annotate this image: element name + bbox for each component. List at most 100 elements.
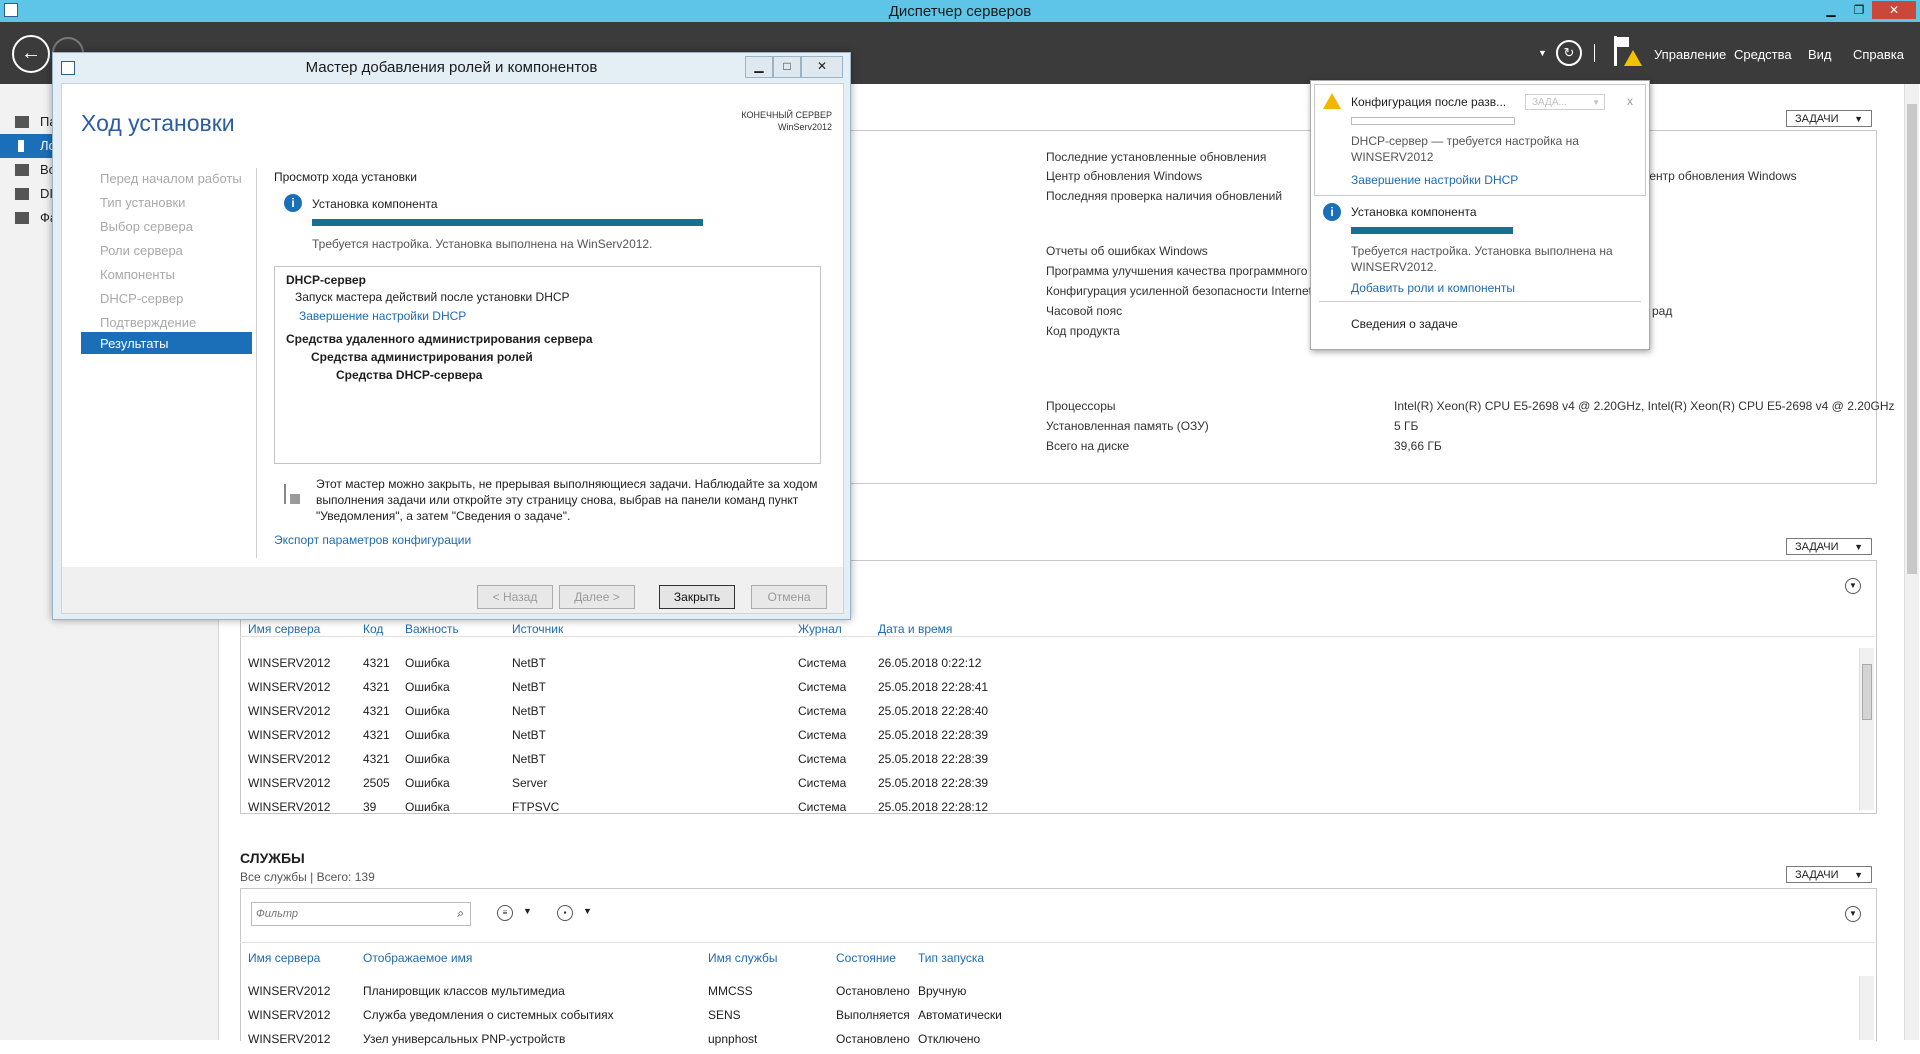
task-details-link[interactable]: Сведения о задаче bbox=[1351, 317, 1458, 331]
services-filter-input[interactable] bbox=[254, 905, 438, 923]
dropdown-arrow-icon[interactable]: ▼ bbox=[583, 906, 592, 916]
main-scrollbar[interactable] bbox=[1904, 84, 1919, 1040]
column-header[interactable]: Код bbox=[363, 622, 383, 636]
table-cell: 26.05.2018 0:22:12 bbox=[878, 656, 982, 670]
menu-manage[interactable]: Управление bbox=[1654, 47, 1726, 62]
notification-task-dropdown[interactable]: ЗАДА... ▼ bbox=[1525, 94, 1605, 110]
dropdown-arrow-icon[interactable]: ▼ bbox=[1538, 48, 1547, 58]
nav-item-local-server[interactable]: Ло bbox=[0, 134, 60, 158]
nav-item-dhcp[interactable]: DI bbox=[0, 182, 60, 206]
table-row[interactable]: WINSERV2012 Планировщик классов мультимед… bbox=[240, 982, 1855, 1006]
table-cell: Ошибка bbox=[405, 776, 450, 790]
table-row[interactable]: WINSERV2012 2505 Ошибка Server Система 25.05.… bbox=[240, 774, 1855, 798]
table-cell: Ошибка bbox=[405, 752, 450, 766]
files-icon bbox=[15, 212, 29, 224]
column-header[interactable]: Источник bbox=[512, 622, 563, 636]
wizard-minimize-button[interactable]: ▁ bbox=[745, 56, 773, 78]
prop-key: Код продукта bbox=[1046, 324, 1120, 338]
export-config-link[interactable]: Экспорт параметров конфигурации bbox=[274, 533, 471, 547]
wizard-step[interactable]: Выбор сервера bbox=[100, 219, 193, 234]
table-row[interactable]: WINSERV2012 4321 Ошибка NetBT Система 25.05.2… bbox=[240, 726, 1855, 750]
wizard-step[interactable]: DHCP-сервер bbox=[100, 291, 183, 306]
nav-item-files[interactable]: Фа bbox=[0, 206, 60, 230]
table-row[interactable]: WINSERV2012 Узел универсальных PNP-устрой… bbox=[240, 1030, 1855, 1054]
nav-item-dashboard[interactable]: Па bbox=[0, 110, 60, 134]
scrollbar-thumb[interactable] bbox=[1907, 104, 1917, 574]
scrollbar-thumb[interactable] bbox=[1862, 664, 1872, 720]
table-row[interactable]: WINSERV2012 Служба уведомления о системны… bbox=[240, 1006, 1855, 1030]
collapse-chevron-icon[interactable]: ▼ bbox=[1845, 906, 1861, 922]
wizard-step[interactable]: Подтверждение bbox=[100, 315, 196, 330]
wizard-close-button[interactable]: ✕ bbox=[801, 56, 843, 78]
events-tasks-button[interactable]: ЗАДАЧИ bbox=[1786, 538, 1872, 556]
flag-warning-icon[interactable] bbox=[1614, 36, 1642, 68]
notification-progress-empty bbox=[1351, 117, 1515, 125]
wizard-step[interactable]: Компоненты bbox=[100, 267, 175, 282]
restore-button[interactable]: ❐ bbox=[1846, 1, 1872, 19]
column-header[interactable]: Важность bbox=[405, 622, 459, 636]
table-cell: WINSERV2012 bbox=[248, 680, 331, 694]
prop-value-link[interactable]: рад bbox=[1652, 304, 1672, 318]
wizard-maximize-button[interactable]: □ bbox=[773, 56, 801, 78]
table-row[interactable]: WINSERV2012 4321 Ошибка NetBT Система 25.05.2… bbox=[240, 702, 1855, 726]
menu-view[interactable]: Вид bbox=[1808, 47, 1832, 62]
table-row[interactable]: WINSERV2012 4321 Ошибка NetBT Система 25.05.2… bbox=[240, 750, 1855, 774]
add-roles-link[interactable]: Добавить роли и компоненты bbox=[1351, 281, 1515, 295]
table-cell: Система bbox=[798, 728, 847, 742]
wizard-step[interactable]: Тип установки bbox=[100, 195, 185, 210]
column-header[interactable]: Тип запуска bbox=[918, 951, 984, 965]
wizard-step[interactable]: Роли сервера bbox=[100, 243, 183, 258]
column-header[interactable]: Журнал bbox=[798, 622, 842, 636]
nav-item-all-servers[interactable]: Вс bbox=[0, 158, 60, 182]
services-scrollbar[interactable] bbox=[1859, 976, 1874, 1040]
table-cell: Система bbox=[798, 800, 847, 814]
collapse-chevron-icon[interactable]: ▼ bbox=[1845, 578, 1861, 594]
result-item: DHCP-сервер bbox=[286, 273, 366, 287]
complete-dhcp-link[interactable]: Завершение настройки DHCP bbox=[299, 309, 466, 323]
events-scrollbar[interactable] bbox=[1859, 648, 1874, 810]
complete-dhcp-link[interactable]: Завершение настройки DHCP bbox=[1351, 173, 1518, 187]
search-icon[interactable]: ⌕ bbox=[457, 906, 464, 921]
back-button[interactable]: < Назад bbox=[477, 585, 553, 609]
table-cell: WINSERV2012 bbox=[248, 984, 331, 998]
table-cell: WINSERV2012 bbox=[248, 656, 331, 670]
table-cell: 4321 bbox=[363, 752, 390, 766]
save-options-icon[interactable]: ▪ bbox=[557, 905, 573, 921]
close-button[interactable]: ✕ bbox=[1872, 1, 1916, 19]
dismiss-notification-icon[interactable]: x bbox=[1627, 94, 1633, 108]
table-cell: 25.05.2018 22:28:39 bbox=[878, 728, 989, 742]
back-arrow-icon[interactable]: ← bbox=[12, 35, 50, 73]
minimize-button[interactable]: ▁ bbox=[1818, 1, 1844, 19]
table-row[interactable]: WINSERV2012 4321 Ошибка NetBT Система 26.05.2… bbox=[240, 654, 1855, 678]
table-cell: Server bbox=[512, 776, 548, 790]
services-filter-box[interactable]: ⌕ bbox=[251, 902, 471, 926]
list-options-icon[interactable]: ≡ bbox=[497, 905, 513, 921]
table-cell: SENS bbox=[708, 1008, 741, 1022]
dropdown-arrow-icon[interactable]: ▼ bbox=[523, 906, 532, 916]
properties-tasks-button[interactable]: ЗАДАЧИ bbox=[1786, 110, 1872, 128]
menu-tools[interactable]: Средства bbox=[1734, 47, 1792, 62]
next-button[interactable]: Далее > bbox=[559, 585, 635, 609]
refresh-icon[interactable]: ↻ bbox=[1556, 40, 1582, 66]
close-wizard-button[interactable]: Закрыть bbox=[659, 585, 735, 609]
column-header[interactable]: Имя сервера bbox=[248, 622, 320, 636]
column-header[interactable]: Дата и время bbox=[878, 622, 952, 636]
column-header[interactable]: Имя сервера bbox=[248, 951, 320, 965]
table-row[interactable]: WINSERV2012 39 Ошибка FTPSVC Система 25.05.20… bbox=[240, 798, 1855, 822]
menu-help[interactable]: Справка bbox=[1853, 47, 1904, 62]
wizard-step-selected[interactable]: Результаты bbox=[81, 332, 252, 354]
section-label: Просмотр хода установки bbox=[274, 170, 417, 184]
table-row[interactable]: WINSERV2012 4321 Ошибка NetBT Система 25.05.2… bbox=[240, 678, 1855, 702]
column-header[interactable]: Отображаемое имя bbox=[363, 951, 472, 965]
cancel-button[interactable]: Отмена bbox=[751, 585, 827, 609]
task-dropdown-label: ЗАДА... bbox=[1532, 97, 1567, 108]
prop-key: Установленная память (ОЗУ) bbox=[1046, 419, 1209, 433]
wizard-step[interactable]: Перед началом работы bbox=[100, 171, 242, 186]
column-header[interactable]: Состояние bbox=[836, 951, 896, 965]
services-tasks-button[interactable]: ЗАДАЧИ bbox=[1786, 866, 1872, 884]
column-header[interactable]: Имя службы bbox=[708, 951, 778, 965]
notification-text: DHCP-сервер — требуется настройка на WIN… bbox=[1351, 134, 1579, 164]
table-cell: Система bbox=[798, 704, 847, 718]
services-table: Имя сервера Отображаемое имя Имя службы … bbox=[240, 942, 1875, 1046]
results-box: DHCP-сервер Запуск мастера действий посл… bbox=[274, 266, 821, 464]
